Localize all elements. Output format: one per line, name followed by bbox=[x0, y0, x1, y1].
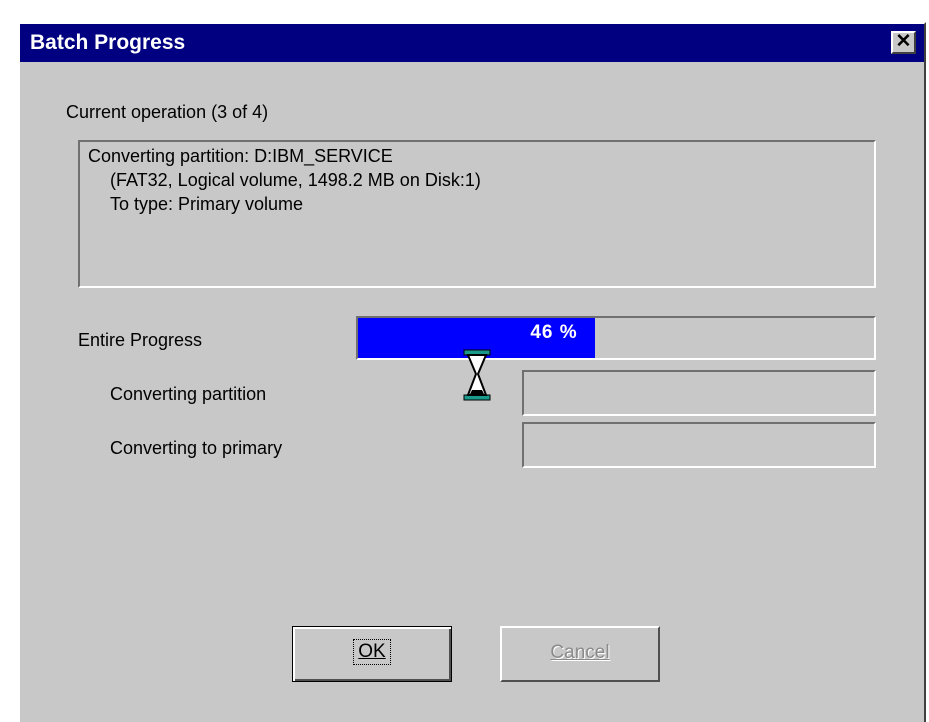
ok-button-label: OK bbox=[353, 639, 391, 665]
details-line-target-type: To type: Primary volume bbox=[110, 194, 304, 214]
cancel-button[interactable]: Cancel bbox=[500, 626, 660, 682]
current-operation-label: Current operation (3 of 4) bbox=[66, 102, 269, 122]
cancel-button-label: Cancel bbox=[550, 642, 610, 663]
entire-progress-percent: 46 % bbox=[530, 322, 578, 343]
ok-button[interactable]: OK bbox=[292, 626, 452, 682]
converting-primary-bar bbox=[522, 422, 876, 468]
entire-progress-label: Entire Progress bbox=[78, 330, 203, 350]
hourglass-icon bbox=[463, 349, 491, 401]
details-line-partition: Converting partition: D:IBM_SERVICE bbox=[88, 146, 393, 166]
window-title: Batch Progress bbox=[30, 31, 186, 54]
operation-details-box: Converting partition: D:IBM_SERVICE (FAT… bbox=[78, 140, 876, 288]
close-button[interactable]: ✕ bbox=[891, 31, 916, 54]
batch-progress-dialog: Batch Progress ✕ Current operation (3 of… bbox=[18, 22, 926, 722]
details-line-volume-info: (FAT32, Logical volume, 1498.2 MB on Dis… bbox=[110, 170, 481, 190]
title-bar[interactable]: Batch Progress ✕ bbox=[20, 24, 924, 62]
entire-progress-bar: 46 % bbox=[356, 316, 876, 360]
converting-primary-label: Converting to primary bbox=[110, 438, 283, 458]
converting-partition-bar bbox=[522, 370, 876, 416]
close-icon: ✕ bbox=[895, 31, 912, 52]
converting-partition-label: Converting partition bbox=[110, 384, 267, 404]
